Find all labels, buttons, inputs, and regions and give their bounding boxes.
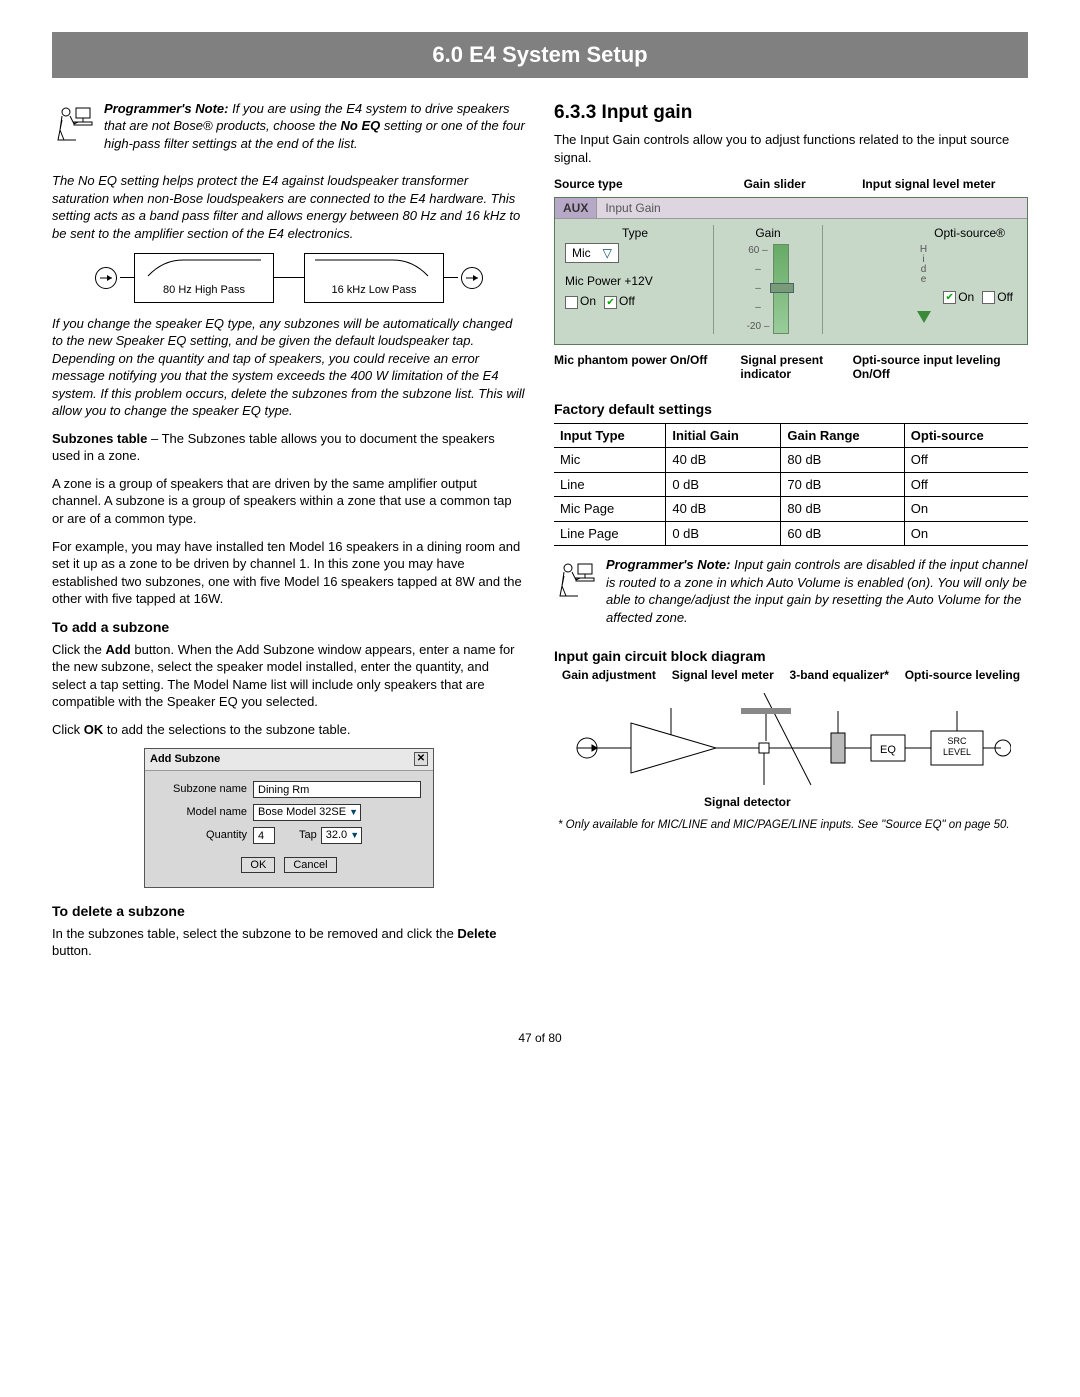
programmer-icon bbox=[554, 556, 598, 600]
delete-subzone-heading: To delete a subzone bbox=[52, 902, 526, 921]
svg-text:SRC: SRC bbox=[947, 736, 967, 746]
change-eq-paragraph: If you change the speaker EQ type, any s… bbox=[52, 315, 526, 420]
source-type-select[interactable]: Mic bbox=[565, 243, 619, 263]
subzone-name-input[interactable]: Dining Rm bbox=[253, 781, 421, 798]
add-subzone-p2: Click OK to add the selections to the su… bbox=[52, 721, 526, 739]
factory-defaults-table: Input Type Initial Gain Gain Range Opti-… bbox=[554, 423, 1028, 547]
model-name-select[interactable]: Bose Model 32SE bbox=[253, 804, 361, 821]
subzones-table-paragraph: Subzones table – The Subzones table allo… bbox=[52, 430, 526, 465]
page-header: 6.0 E4 System Setup bbox=[52, 32, 1028, 78]
table-header-row: Input Type Initial Gain Gain Range Opti-… bbox=[554, 423, 1028, 448]
add-subzone-heading: To add a subzone bbox=[52, 618, 526, 637]
noeq-paragraph: The No EQ setting helps protect the E4 a… bbox=[52, 172, 526, 242]
page-number: 47 of 80 bbox=[52, 1030, 1028, 1046]
model-name-label: Model name bbox=[157, 805, 253, 820]
output-node-icon bbox=[461, 267, 483, 289]
add-subzone-p1: Click the Add button. When the Add Subzo… bbox=[52, 641, 526, 711]
ok-button[interactable]: OK bbox=[241, 857, 275, 873]
note1-text: Programmer's Note: If you are using the … bbox=[104, 100, 526, 153]
factory-defaults-heading: Factory default settings bbox=[554, 400, 1028, 419]
hide-indicator: Hide bbox=[835, 245, 1013, 285]
note2-text: Programmer's Note: Input gain controls a… bbox=[606, 556, 1028, 626]
label-opti-onoff: Opti-source input leveling On/Off bbox=[853, 353, 1028, 382]
label-signal-present: Signal present indicator bbox=[710, 353, 852, 382]
close-icon[interactable]: ✕ bbox=[414, 752, 428, 766]
gain-label: Gain bbox=[724, 225, 812, 241]
block-diagram: EQ SRC LEVEL Signal detector bbox=[554, 693, 1028, 810]
gain-scale-bottom: -20 – bbox=[747, 320, 770, 334]
programmers-note-2: Programmer's Note: Input gain controls a… bbox=[554, 556, 1028, 636]
lowpass-box: 16 kHz Low Pass bbox=[304, 253, 444, 303]
quantity-label: Quantity bbox=[157, 828, 253, 843]
zone-example-paragraph: For example, you may have installed ten … bbox=[52, 538, 526, 608]
mic-power-on-checkbox[interactable]: On bbox=[565, 293, 596, 309]
delete-subzone-p1: In the subzones table, select the subzon… bbox=[52, 925, 526, 960]
tap-label: Tap bbox=[299, 828, 317, 843]
dialog-title: Add Subzone bbox=[150, 752, 220, 767]
bd-label-gain: Gain adjustment bbox=[562, 669, 656, 683]
label-gain-slider: Gain slider bbox=[744, 176, 863, 192]
aux-tab: AUX bbox=[555, 198, 597, 218]
svg-text:EQ: EQ bbox=[880, 744, 896, 756]
programmer-icon bbox=[52, 100, 96, 144]
input-gain-intro: The Input Gain controls allow you to adj… bbox=[554, 131, 1028, 166]
type-label: Type bbox=[565, 225, 705, 241]
left-column: Programmer's Note: If you are using the … bbox=[52, 100, 526, 970]
bd-label-opti-leveling: Opti-source leveling bbox=[905, 669, 1020, 683]
table-row: Mic40 dB80 dBOff bbox=[554, 448, 1028, 473]
table-row: Mic Page40 dB80 dBOn bbox=[554, 497, 1028, 522]
table-row: Line0 dB70 dBOff bbox=[554, 472, 1028, 497]
add-subzone-dialog: Add Subzone ✕ Subzone name Dining Rm Mod… bbox=[144, 748, 434, 888]
input-gain-panel: AUX Input Gain Type Mic Mic Power +12V O… bbox=[554, 197, 1028, 345]
opti-on-checkbox[interactable]: ✔On bbox=[943, 289, 974, 305]
filter-diagram: 80 Hz High Pass 16 kHz Low Pass bbox=[52, 253, 526, 303]
programmers-note-1: Programmer's Note: If you are using the … bbox=[52, 100, 526, 163]
label-source-type: Source type bbox=[554, 176, 744, 192]
mic-power-label: Mic Power +12V bbox=[565, 273, 705, 289]
zone-definition-paragraph: A zone is a group of speakers that are d… bbox=[52, 475, 526, 528]
label-input-meter: Input signal level meter bbox=[862, 176, 1028, 192]
opti-source-label: Opti-source® bbox=[835, 225, 1013, 241]
input-node-icon bbox=[95, 267, 117, 289]
right-column: 6.3.3 Input gain The Input Gain controls… bbox=[554, 100, 1028, 970]
mic-power-off-checkbox[interactable]: ✔Off bbox=[604, 293, 635, 309]
panel-title: Input Gain bbox=[597, 198, 668, 218]
block-diagram-heading: Input gain circuit block diagram bbox=[554, 647, 1028, 666]
opti-off-checkbox[interactable]: Off bbox=[982, 289, 1013, 305]
gain-scale-top: 60 – bbox=[747, 244, 770, 258]
table-row: Line Page0 dB60 dBOn bbox=[554, 521, 1028, 546]
tap-select[interactable]: 32.0 bbox=[321, 827, 362, 844]
subzone-name-label: Subzone name bbox=[157, 782, 253, 797]
highpass-box: 80 Hz High Pass bbox=[134, 253, 274, 303]
label-mic-phantom: Mic phantom power On/Off bbox=[554, 353, 710, 382]
bd-label-signal-meter: Signal level meter bbox=[672, 669, 774, 683]
gain-slider[interactable] bbox=[773, 244, 789, 334]
signal-present-icon bbox=[917, 311, 931, 323]
section-heading: 6.3.3 Input gain bbox=[554, 100, 1028, 126]
svg-text:LEVEL: LEVEL bbox=[943, 747, 971, 757]
bd-label-3band-eq: 3-band equalizer* bbox=[790, 669, 889, 683]
cancel-button[interactable]: Cancel bbox=[284, 857, 336, 873]
quantity-input[interactable]: 4 bbox=[253, 827, 275, 844]
block-diagram-footnote: * Only available for MIC/LINE and MIC/PA… bbox=[554, 818, 1028, 834]
